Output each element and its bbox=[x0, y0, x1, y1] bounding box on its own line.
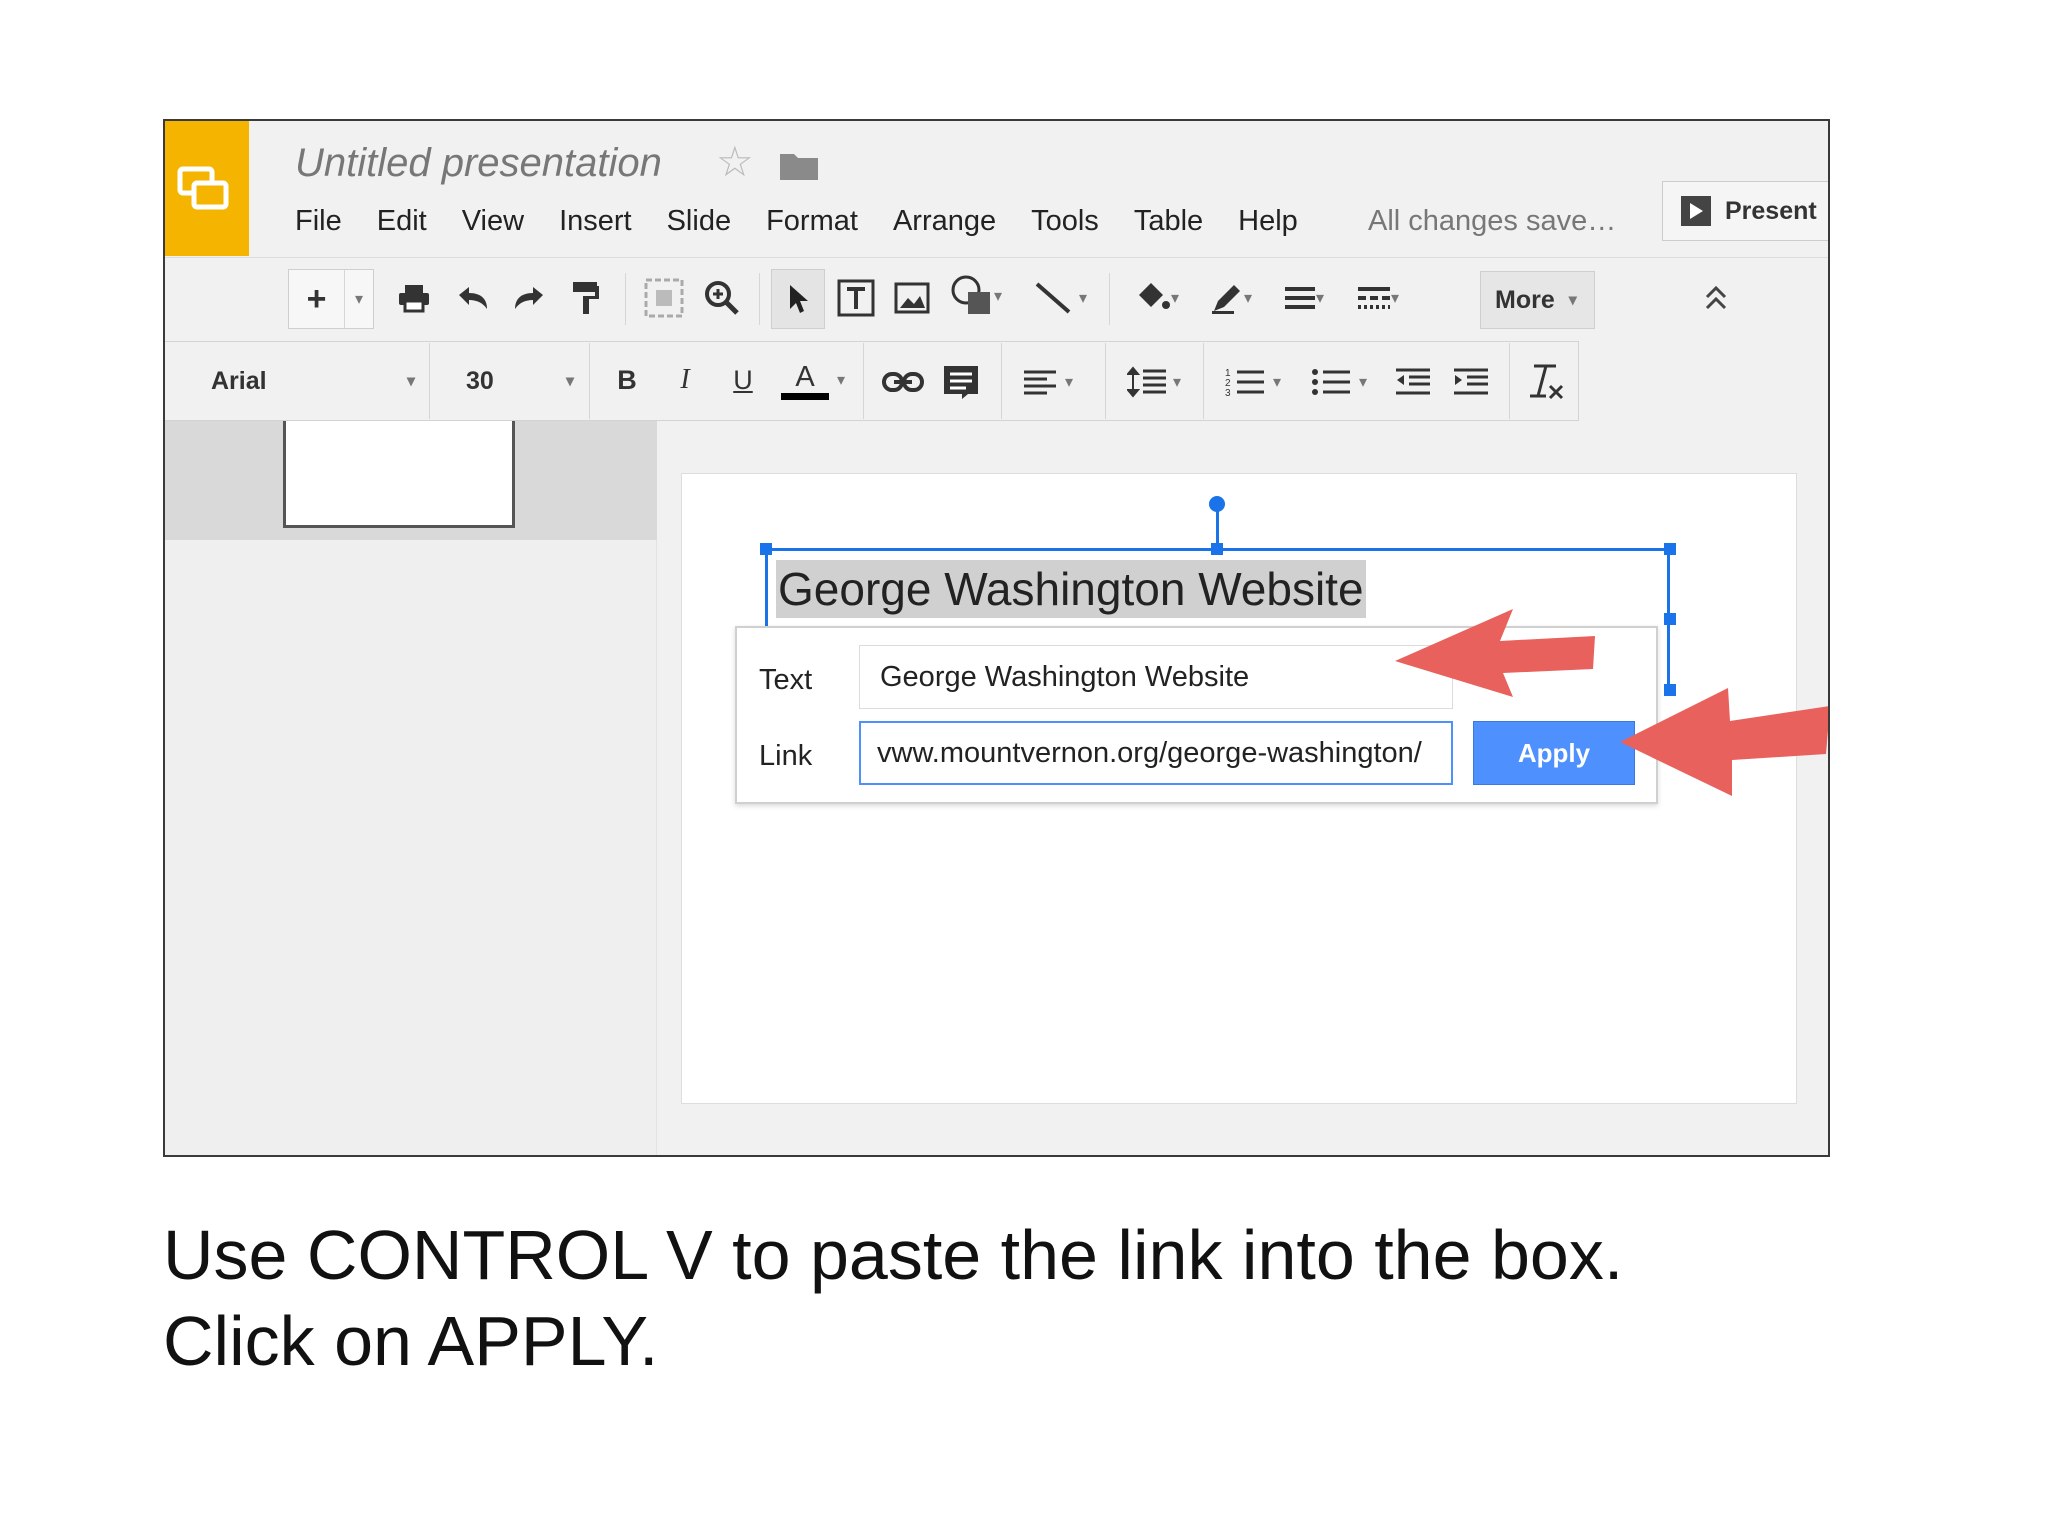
align-icon[interactable]: ▾ bbox=[1011, 357, 1085, 407]
redo-icon[interactable] bbox=[507, 273, 553, 323]
menu-tools[interactable]: Tools bbox=[1031, 205, 1099, 238]
border-color-icon[interactable]: ▾ bbox=[1195, 273, 1267, 323]
image-icon[interactable] bbox=[887, 273, 937, 323]
textbox-icon[interactable] bbox=[831, 273, 881, 323]
present-button[interactable]: Present bbox=[1662, 181, 1828, 241]
resize-handle-top-left[interactable] bbox=[760, 543, 772, 555]
link-label: Link bbox=[759, 740, 813, 772]
chevron-down-icon: ▾ bbox=[1243, 290, 1253, 307]
border-dash-icon[interactable]: ▾ bbox=[1343, 273, 1413, 323]
chevron-down-icon: ▾ bbox=[1358, 374, 1368, 391]
text-color-button[interactable]: A ▾ bbox=[777, 349, 849, 411]
menu-insert[interactable]: Insert bbox=[559, 205, 632, 238]
chevron-down-icon: ▾ bbox=[1568, 292, 1577, 309]
text-color-swatch bbox=[780, 392, 829, 400]
resize-handle-top-center[interactable] bbox=[1211, 543, 1223, 555]
slides-logo-icon bbox=[177, 166, 229, 210]
font-family-value: Arial bbox=[211, 366, 267, 395]
resize-handle-top-right[interactable] bbox=[1664, 543, 1676, 555]
chevron-down-icon: ▾ bbox=[1272, 374, 1282, 391]
font-size-value: 30 bbox=[466, 366, 494, 395]
menu-edit[interactable]: Edit bbox=[377, 205, 427, 238]
italic-button[interactable]: I bbox=[663, 353, 707, 407]
link-icon[interactable] bbox=[877, 357, 929, 407]
fit-icon[interactable] bbox=[639, 273, 689, 323]
chevron-down-icon: ▾ bbox=[993, 288, 1003, 305]
border-weight-icon[interactable]: ▾ bbox=[1269, 273, 1339, 323]
new-slide-button[interactable]: + ▾ bbox=[288, 269, 374, 329]
caption-line-1: Use CONTROL V to paste the link into the… bbox=[163, 1216, 1624, 1294]
screenshot-frame: Untitled presentation ☆ File Edit View I… bbox=[163, 119, 1830, 1157]
chevron-down-icon: ▾ bbox=[1315, 290, 1325, 307]
menu-bar: File Edit View Insert Slide Format Arran… bbox=[295, 205, 1333, 238]
svg-text:3: 3 bbox=[1225, 388, 1231, 398]
save-status: All changes save… bbox=[1368, 205, 1617, 237]
document-title[interactable]: Untitled presentation bbox=[295, 141, 662, 186]
font-size-select[interactable]: 30 ▾ bbox=[431, 349, 586, 413]
link-input[interactable]: vww.mountvernon.org/george-washington/ bbox=[859, 721, 1453, 785]
chevron-down-icon: ▾ bbox=[406, 373, 415, 390]
text-field[interactable]: George Washington Website bbox=[859, 645, 1453, 709]
menu-view[interactable]: View bbox=[462, 205, 524, 238]
play-icon bbox=[1681, 196, 1711, 226]
instruction-caption: Use CONTROL V to paste the link into the… bbox=[163, 1212, 1623, 1384]
chevron-down-icon: ▾ bbox=[1172, 374, 1182, 391]
filmstrip-panel bbox=[165, 540, 657, 1155]
more-button[interactable]: More ▾ bbox=[1480, 271, 1595, 329]
underline-button[interactable]: U bbox=[721, 353, 765, 407]
present-label: Present bbox=[1725, 196, 1817, 225]
star-icon[interactable]: ☆ bbox=[716, 137, 754, 186]
more-label: More bbox=[1495, 285, 1555, 314]
line-icon[interactable]: ▾ bbox=[1021, 273, 1099, 323]
menu-format[interactable]: Format bbox=[766, 205, 858, 238]
paint-format-icon[interactable] bbox=[563, 273, 609, 323]
numbered-list-icon[interactable]: 123 ▾ bbox=[1213, 357, 1293, 407]
chevron-down-icon: ▾ bbox=[1390, 290, 1400, 307]
slide-thumbnail[interactable] bbox=[283, 421, 515, 528]
arrow-annotation-text bbox=[1395, 609, 1595, 697]
text-label: Text bbox=[759, 664, 813, 696]
select-tool-button[interactable] bbox=[771, 269, 825, 329]
resize-handle-right[interactable] bbox=[1664, 613, 1676, 625]
caption-line-2: Click on APPLY. bbox=[163, 1302, 659, 1380]
decrease-indent-icon[interactable] bbox=[1387, 357, 1439, 407]
zoom-icon[interactable] bbox=[697, 273, 747, 323]
chevron-down-icon: ▾ bbox=[1064, 374, 1074, 391]
print-icon[interactable] bbox=[391, 273, 437, 323]
menu-table[interactable]: Table bbox=[1134, 205, 1203, 238]
bulleted-list-icon[interactable]: ▾ bbox=[1299, 357, 1379, 407]
menu-help[interactable]: Help bbox=[1238, 205, 1298, 238]
chevron-down-icon[interactable]: ▾ bbox=[345, 270, 373, 328]
menu-arrange[interactable]: Arrange bbox=[893, 205, 996, 238]
clear-formatting-icon[interactable] bbox=[1521, 355, 1571, 409]
undo-icon[interactable] bbox=[449, 273, 495, 323]
folder-icon[interactable] bbox=[780, 150, 818, 180]
slides-logo[interactable] bbox=[165, 121, 249, 256]
text-color-letter: A bbox=[795, 360, 815, 393]
menu-slide[interactable]: Slide bbox=[667, 205, 732, 238]
select-icon bbox=[772, 270, 824, 328]
comment-icon[interactable] bbox=[935, 357, 987, 407]
shape-icon[interactable]: ▾ bbox=[941, 269, 1011, 323]
chevron-down-icon: ▾ bbox=[1170, 290, 1180, 307]
chevron-down-icon: ▾ bbox=[565, 373, 574, 390]
bold-button[interactable]: B bbox=[605, 353, 649, 407]
chevron-down-icon: ▾ bbox=[1078, 290, 1088, 307]
plus-icon: + bbox=[306, 279, 327, 318]
collapse-icon[interactable] bbox=[1696, 276, 1736, 320]
font-family-select[interactable]: Arial ▾ bbox=[175, 349, 425, 413]
menu-file[interactable]: File bbox=[295, 205, 342, 238]
rotation-handle[interactable] bbox=[1209, 496, 1225, 512]
arrow-annotation-apply bbox=[1620, 688, 1828, 796]
slide-heading-text[interactable]: George Washington Website bbox=[776, 560, 1366, 618]
fill-color-icon[interactable]: ▾ bbox=[1121, 273, 1193, 323]
apply-button[interactable]: Apply bbox=[1473, 721, 1635, 785]
line-spacing-icon[interactable]: ▾ bbox=[1117, 357, 1191, 407]
chevron-down-icon: ▾ bbox=[836, 372, 846, 389]
increase-indent-icon[interactable] bbox=[1445, 357, 1497, 407]
